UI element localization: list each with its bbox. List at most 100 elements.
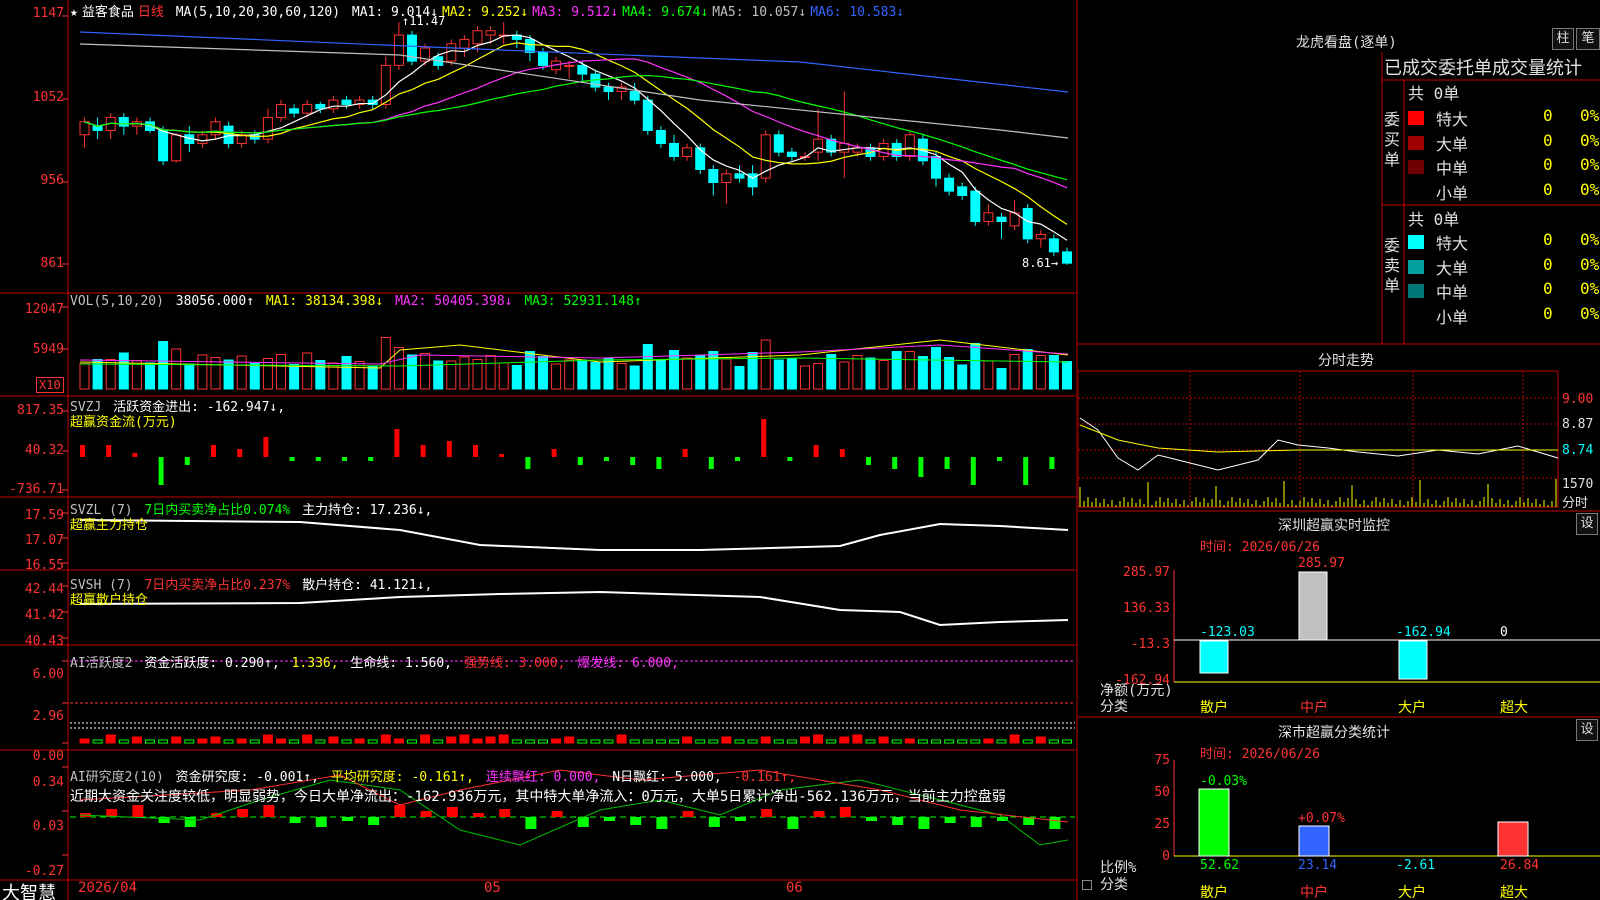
chart-canvas[interactable] bbox=[0, 0, 1078, 900]
order-size-label: 中单 bbox=[1436, 283, 1469, 302]
intraday-frame bbox=[1078, 370, 1559, 508]
candle-body bbox=[734, 173, 745, 179]
fund-flow-bar bbox=[394, 429, 400, 457]
volume-bar bbox=[917, 356, 928, 390]
price-axis-label: 1052 bbox=[32, 90, 64, 105]
candle-body bbox=[485, 30, 496, 36]
order-row: 中单 0 0% bbox=[1408, 279, 1599, 303]
active-bar bbox=[341, 739, 352, 744]
active-bar bbox=[813, 734, 824, 744]
order-count: 0 bbox=[1543, 303, 1553, 323]
svzj-axis-label: 817.35 bbox=[17, 403, 64, 418]
active-bar bbox=[616, 734, 627, 744]
ai-comment: 近期大资金关注度较低，明显弱势，今日大单净流出：-162.936万元，其中特大单… bbox=[70, 789, 1006, 805]
order-size-label: 小单 bbox=[1436, 183, 1469, 203]
candle-body bbox=[970, 190, 981, 223]
active-bar bbox=[800, 736, 810, 744]
ma-value: MA5: 10.057↓ bbox=[712, 5, 807, 20]
stats-settings-button[interactable]: 设 bbox=[1576, 719, 1598, 741]
monitor-settings-button[interactable]: 设 bbox=[1576, 513, 1598, 535]
monitor-value: 285.97 bbox=[1298, 556, 1345, 571]
fund-flow-bar bbox=[368, 457, 374, 461]
volume-bar bbox=[852, 355, 863, 390]
candle-body bbox=[603, 86, 614, 92]
active-bar bbox=[917, 739, 928, 744]
fund-flow-bar bbox=[997, 457, 1002, 461]
active-bar bbox=[236, 738, 247, 744]
volume-bar bbox=[197, 354, 208, 390]
candle-body bbox=[524, 38, 535, 53]
fund-flow-bar bbox=[315, 457, 321, 461]
fund-flow-bar bbox=[708, 457, 714, 469]
volume-bar bbox=[944, 357, 955, 390]
favorite-star-icon[interactable]: ★ bbox=[70, 5, 78, 20]
monitor-title: 深圳超赢实时监控 bbox=[1278, 518, 1390, 534]
research-bar bbox=[892, 817, 904, 825]
monitor-axis-label: -13.3 bbox=[1130, 637, 1170, 652]
monitor-xlabel: 分类 bbox=[1100, 699, 1128, 715]
volume-bar bbox=[420, 353, 431, 390]
volume-bar bbox=[1035, 355, 1046, 390]
candle-body bbox=[446, 43, 457, 62]
period-label[interactable]: 日线 bbox=[138, 5, 164, 20]
order-percent: 0% bbox=[1580, 179, 1600, 199]
bar-view-button[interactable]: 柱 bbox=[1552, 28, 1574, 50]
volume-bar bbox=[171, 348, 182, 390]
research-bar bbox=[368, 817, 380, 825]
candle-body bbox=[158, 129, 169, 162]
ai-research-header: AI研究度2(10) 资金研究度: -0.001↑, 平均研究度: -0.161… bbox=[70, 766, 800, 785]
active-bar bbox=[380, 734, 391, 744]
volume-bar bbox=[236, 355, 247, 390]
active-bar bbox=[891, 739, 902, 744]
active-bar bbox=[498, 734, 509, 744]
active-bar bbox=[1009, 734, 1020, 744]
candle-body bbox=[197, 134, 208, 144]
research-bar bbox=[944, 817, 956, 823]
fund-flow-bar bbox=[342, 457, 347, 461]
svsh-ratio: 7日内买卖净占比0.237% bbox=[144, 578, 291, 593]
research-bar bbox=[1049, 817, 1061, 829]
timeline-date[interactable]: 2026/04 bbox=[78, 880, 137, 896]
active-bar bbox=[669, 739, 679, 744]
research-bar bbox=[761, 809, 773, 817]
volume-bar bbox=[158, 341, 169, 390]
stats-category: 超大 bbox=[1500, 885, 1528, 900]
order-row: 特大 0 0% bbox=[1408, 230, 1599, 254]
intraday-axis-label: 9.00 bbox=[1562, 392, 1594, 407]
lock-icon[interactable] bbox=[1082, 880, 1092, 890]
research-bar bbox=[446, 807, 458, 817]
active-bar bbox=[92, 739, 103, 744]
active-bar bbox=[760, 736, 771, 744]
candle-body bbox=[577, 64, 588, 75]
ai-active-axis-label: 0.00 bbox=[32, 749, 64, 764]
monitor-category: 中户 bbox=[1300, 700, 1328, 716]
volume-bar bbox=[734, 366, 745, 390]
ai-research-label: AI研究度2(10) bbox=[70, 770, 164, 785]
active-bar bbox=[865, 739, 876, 744]
active-bar bbox=[747, 739, 758, 744]
active-bar bbox=[367, 739, 378, 744]
volume-bar bbox=[184, 363, 195, 390]
candle-body bbox=[786, 151, 797, 157]
candle-body bbox=[904, 134, 915, 157]
volume-bar bbox=[341, 356, 352, 390]
vol-axis-label: 12047 bbox=[24, 302, 64, 317]
research-bar bbox=[420, 811, 432, 817]
research-bar bbox=[263, 805, 275, 817]
order-size-label: 特大 bbox=[1436, 234, 1469, 253]
ai-active-axis-label: 2.96 bbox=[32, 709, 64, 724]
candle-body bbox=[472, 30, 483, 45]
candle-body bbox=[642, 99, 653, 131]
fund-flow-bar bbox=[761, 419, 767, 457]
research-bar bbox=[682, 811, 694, 817]
active-bar bbox=[79, 738, 90, 744]
pen-view-button[interactable]: 笔 bbox=[1576, 28, 1600, 50]
monitor-time: 时间: 2026/06/26 bbox=[1200, 540, 1320, 555]
fund-flow-bar bbox=[289, 457, 295, 461]
fund-flow-bar bbox=[839, 449, 845, 457]
fund-flow-bar bbox=[473, 445, 478, 457]
ai-active-header: AI活跃度2 资金活跃度: 0.290↑, 1.336, 生命线: 1.560,… bbox=[70, 652, 683, 671]
candle-body bbox=[380, 64, 391, 105]
fund-flow-bar bbox=[184, 457, 190, 465]
stats-title: 深市超赢分类统计 bbox=[1278, 725, 1390, 741]
